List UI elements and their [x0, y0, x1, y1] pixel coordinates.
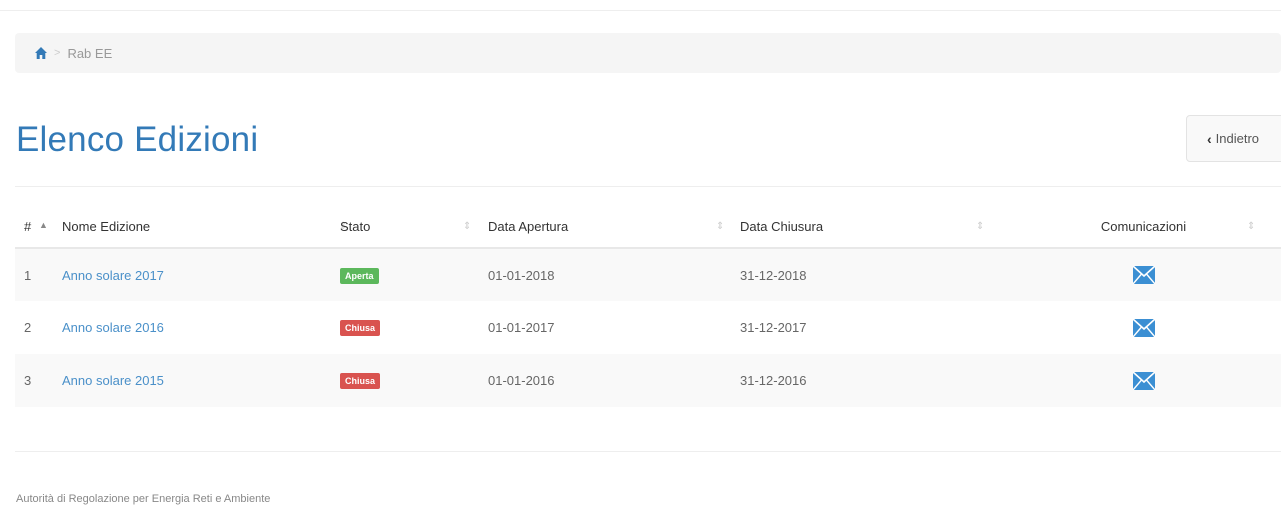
status-badge: Chiusa	[340, 320, 381, 336]
table-row: 3 Anno solare 2015 Chiusa 01-01-2016 31-…	[15, 354, 1281, 407]
breadcrumb-current: Rab EE	[67, 45, 113, 61]
data-chiusura: 31-12-2018	[740, 248, 992, 301]
header-comunicazioni[interactable]: Comunicazioni ⇕	[992, 206, 1281, 249]
breadcrumb: > Rab EE	[15, 33, 1281, 73]
back-button[interactable]: ‹ Indietro	[1186, 115, 1281, 162]
header-apertura[interactable]: Data Apertura ⇕	[488, 206, 740, 249]
header-stato-label: Stato	[340, 219, 371, 234]
status-badge: Aperta	[340, 267, 379, 284]
sort-icon: ⇕	[1247, 221, 1256, 232]
envelope-icon[interactable]	[1132, 266, 1155, 284]
header-chiusura-label: Data Chiusura	[740, 219, 824, 234]
footer-divider	[15, 451, 1281, 452]
data-chiusura: 31-12-2017	[740, 320, 807, 335]
sort-icon: ⇕	[463, 221, 472, 232]
table-row: 1 Anno solare 2017 Aperta 01-01-2018 31-…	[15, 248, 1281, 301]
title-divider	[15, 186, 1281, 187]
status-badge: Chiusa	[340, 373, 381, 389]
back-button-label: Indietro	[1215, 131, 1260, 146]
header-name[interactable]: Nome Edizione ⇕	[62, 206, 347, 249]
row-num: 2	[24, 320, 32, 335]
sort-icon: ⇕	[976, 221, 985, 232]
table-header-row: # ▲ Nome Edizione ⇕ Stato ⇕ Data Apertur…	[15, 206, 1281, 249]
chevron-left-icon: ‹	[1207, 130, 1212, 147]
header-apertura-label: Data Apertura	[488, 219, 569, 234]
header-comunicazioni-label: Comunicazioni	[1100, 219, 1187, 234]
sort-asc-icon: ▲	[39, 220, 48, 230]
header-chiusura[interactable]: Data Chiusura ⇕	[740, 206, 992, 249]
row-num: 1	[15, 248, 62, 301]
row-num: 3	[15, 354, 62, 407]
top-divider	[0, 10, 1281, 11]
header-name-label: Nome Edizione	[62, 219, 151, 234]
header-num[interactable]: # ▲	[15, 206, 62, 249]
envelope-icon[interactable]	[1132, 371, 1155, 390]
footer-text: Autorità di Regolazione per Energia Reti…	[16, 493, 271, 505]
edition-link[interactable]: Anno solare 2016	[62, 320, 164, 335]
data-apertura: 01-01-2016	[488, 354, 740, 407]
table-row: 2 Anno solare 2016 Chiusa 01-01-2017 31-…	[15, 301, 1281, 354]
editions-table: # ▲ Nome Edizione ⇕ Stato ⇕ Data Apertur…	[15, 206, 1281, 407]
data-apertura: 01-01-2018	[488, 248, 740, 301]
data-apertura: 01-01-2017	[488, 320, 555, 335]
envelope-icon[interactable]	[1132, 318, 1155, 337]
home-icon[interactable]	[34, 46, 48, 60]
page-title: Elenco Edizioni	[16, 120, 259, 159]
edition-link[interactable]: Anno solare 2017	[62, 268, 164, 283]
sort-icon: ⇕	[716, 221, 725, 232]
edition-link[interactable]: Anno solare 2015	[62, 373, 164, 388]
breadcrumb-separator: >	[54, 47, 61, 59]
data-chiusura: 31-12-2016	[740, 354, 992, 407]
header-stato[interactable]: Stato ⇕	[340, 206, 488, 249]
header-num-label: #	[24, 219, 32, 234]
